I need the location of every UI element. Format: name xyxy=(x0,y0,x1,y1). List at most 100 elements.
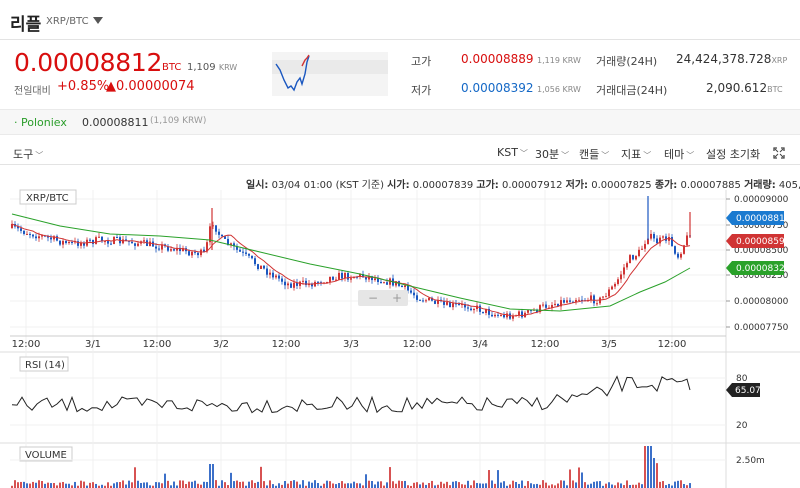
interval-menu[interactable]: 30분 ﹀ xyxy=(535,146,569,162)
volume-bar xyxy=(617,482,619,488)
volume-bar xyxy=(188,481,190,488)
tools-menu[interactable]: 도구 ﹀ xyxy=(13,146,43,162)
candle-body xyxy=(452,303,454,308)
price-chart[interactable]: 0.000090000.000087500.000085000.00008250… xyxy=(0,186,800,488)
volume-bar xyxy=(356,483,358,488)
volume-bar xyxy=(299,484,301,488)
volume-bar xyxy=(644,446,646,488)
candle-body xyxy=(89,239,91,241)
candle-body xyxy=(680,253,682,258)
rsi-panel-label: RSI (14) xyxy=(19,356,69,372)
volume-bar xyxy=(254,482,256,488)
volume-bar xyxy=(194,480,196,488)
main-panel-label: XRP/BTC xyxy=(19,189,77,205)
candle-body xyxy=(302,280,304,282)
volume-bar xyxy=(335,484,337,488)
volume-bar xyxy=(239,481,241,488)
volume-panel-label: VOLUME xyxy=(19,446,73,462)
candle-body xyxy=(518,311,520,316)
candle-body xyxy=(563,300,565,303)
candle-body xyxy=(20,228,22,231)
fullscreen-icon[interactable] xyxy=(773,147,785,159)
volume-bar xyxy=(308,481,310,488)
candle-body xyxy=(674,246,676,254)
volume-bar xyxy=(371,481,373,488)
candle-body xyxy=(491,314,493,317)
reset-settings-button[interactable]: 설정 초기화 xyxy=(706,146,760,162)
candle-body xyxy=(56,236,58,241)
volume-bar xyxy=(167,480,169,488)
x-tick-label: 12:00 xyxy=(12,339,41,350)
volume-bar xyxy=(206,481,208,488)
volume-bar xyxy=(323,483,325,488)
volume-bar xyxy=(107,482,109,488)
volume-bar xyxy=(575,482,577,488)
volume-bar xyxy=(113,483,115,488)
volume-bar xyxy=(59,482,61,488)
candle-body xyxy=(542,304,544,306)
candle-body xyxy=(23,230,25,234)
candle-body xyxy=(569,300,571,302)
volume-bar xyxy=(212,464,214,488)
price-tag-label: 0.00008596 xyxy=(736,237,791,247)
volume-bar xyxy=(533,484,535,488)
low-stat: 0.00008392 1,056 KRW xyxy=(461,81,581,95)
candle-body xyxy=(218,231,220,235)
candle-body xyxy=(191,251,193,256)
indicator-menu[interactable]: 지표 ﹀ xyxy=(621,146,651,162)
volume-bar xyxy=(482,483,484,488)
volume-bar xyxy=(230,472,232,488)
volume-bar xyxy=(584,482,586,488)
candle-body xyxy=(428,297,430,301)
volume-bar xyxy=(596,481,598,488)
volume-bar xyxy=(296,481,298,488)
chart-type-menu[interactable]: 캔들 ﹀ xyxy=(579,146,609,162)
x-tick-label: 12:00 xyxy=(272,339,301,350)
candle-body xyxy=(95,237,97,244)
timezone-menu[interactable]: KST ﹀ xyxy=(497,146,528,159)
volume-bar xyxy=(263,481,265,488)
volume-bar xyxy=(53,483,55,488)
zoom-controls[interactable]: − + xyxy=(358,290,408,306)
volume-bar xyxy=(650,446,652,488)
candle-body xyxy=(653,233,655,239)
candle-body xyxy=(221,234,223,237)
rsi-current-tag: 65.07 xyxy=(726,383,761,397)
candle-body xyxy=(50,237,52,240)
candle-body xyxy=(251,255,253,259)
x-tick-label: 12:00 xyxy=(531,339,560,350)
exchange-name[interactable]: · Poloniex xyxy=(14,116,67,129)
candle-body xyxy=(41,235,43,237)
candle-body xyxy=(269,272,271,275)
candle-body xyxy=(215,225,217,232)
candle-body xyxy=(566,300,568,303)
volume-bar xyxy=(50,483,52,488)
candle-body xyxy=(401,285,403,288)
volume-bar xyxy=(209,464,211,488)
candle-body xyxy=(35,236,37,239)
volume-bar xyxy=(431,480,433,488)
volume-bar xyxy=(278,483,280,488)
volume-bar xyxy=(161,483,163,488)
candle-body xyxy=(623,267,625,275)
volume-bar xyxy=(485,483,487,488)
candle-body xyxy=(611,286,613,290)
candle-body xyxy=(635,255,637,260)
volume-bar xyxy=(377,481,379,488)
volume-bar xyxy=(647,446,649,488)
volume-bar xyxy=(242,481,244,488)
volume-bar xyxy=(143,482,145,488)
candle-body xyxy=(134,243,136,246)
volume-bar xyxy=(593,481,595,488)
candle-body xyxy=(284,281,286,286)
theme-menu[interactable]: 테마 ﹀ xyxy=(664,146,694,162)
candle-body xyxy=(632,255,634,260)
candle-body xyxy=(545,304,547,308)
rsi-panel-label-text: RSI (14) xyxy=(25,360,65,371)
candle-body xyxy=(650,233,652,239)
volume-bar xyxy=(443,483,445,488)
coin-select-caret-icon[interactable] xyxy=(93,17,103,24)
candle-body xyxy=(155,246,157,249)
volume-bar xyxy=(392,481,394,488)
volume-bar xyxy=(17,482,19,488)
